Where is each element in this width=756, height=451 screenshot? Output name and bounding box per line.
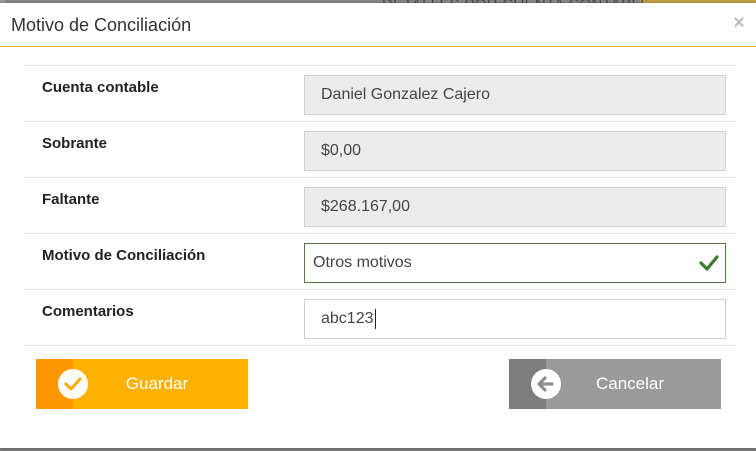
- modal-header: Motivo de Conciliación ×: [0, 3, 756, 47]
- check-icon: [699, 255, 719, 271]
- save-button[interactable]: Guardar: [36, 359, 248, 409]
- modal-title: Motivo de Conciliación: [11, 15, 192, 35]
- comments-input[interactable]: abc123: [304, 299, 726, 339]
- account-field: Daniel Gonzalez Cajero: [304, 75, 726, 115]
- form-row-account: Cuenta contable Daniel Gonzalez Cajero: [24, 66, 736, 122]
- form-row-surplus: Sobrante $0,00: [24, 122, 736, 178]
- surplus-field: $0,00: [304, 131, 726, 171]
- comments-input-value: abc123: [321, 310, 374, 327]
- form-row-shortage: Faltante $268.167,00: [24, 178, 736, 234]
- reason-select-value: Otros motivos: [313, 254, 412, 271]
- reconciliation-modal: Motivo de Conciliación × Cuenta contable…: [0, 3, 756, 448]
- reason-select[interactable]: Otros motivos: [304, 243, 726, 283]
- close-icon[interactable]: ×: [730, 13, 748, 33]
- save-button-label: Guardar: [125, 374, 189, 393]
- comments-label: Comentarios: [42, 303, 134, 320]
- reconciliation-form: Cuenta contable Daniel Gonzalez Cajero S…: [24, 65, 736, 346]
- text-caret: [374, 308, 376, 329]
- shortage-label: Faltante: [42, 191, 100, 208]
- account-label: Cuenta contable: [42, 79, 159, 96]
- reason-label: Motivo de Conciliación: [42, 247, 206, 264]
- surplus-label: Sobrante: [42, 135, 108, 152]
- cancel-button[interactable]: Cancelar: [509, 359, 721, 409]
- cancel-button-label: Cancelar: [595, 374, 665, 393]
- shortage-field: $268.167,00: [304, 187, 726, 227]
- form-row-comments: Comentarios abc123: [24, 290, 736, 346]
- form-row-reason: Motivo de Conciliación Otros motivos: [24, 234, 736, 290]
